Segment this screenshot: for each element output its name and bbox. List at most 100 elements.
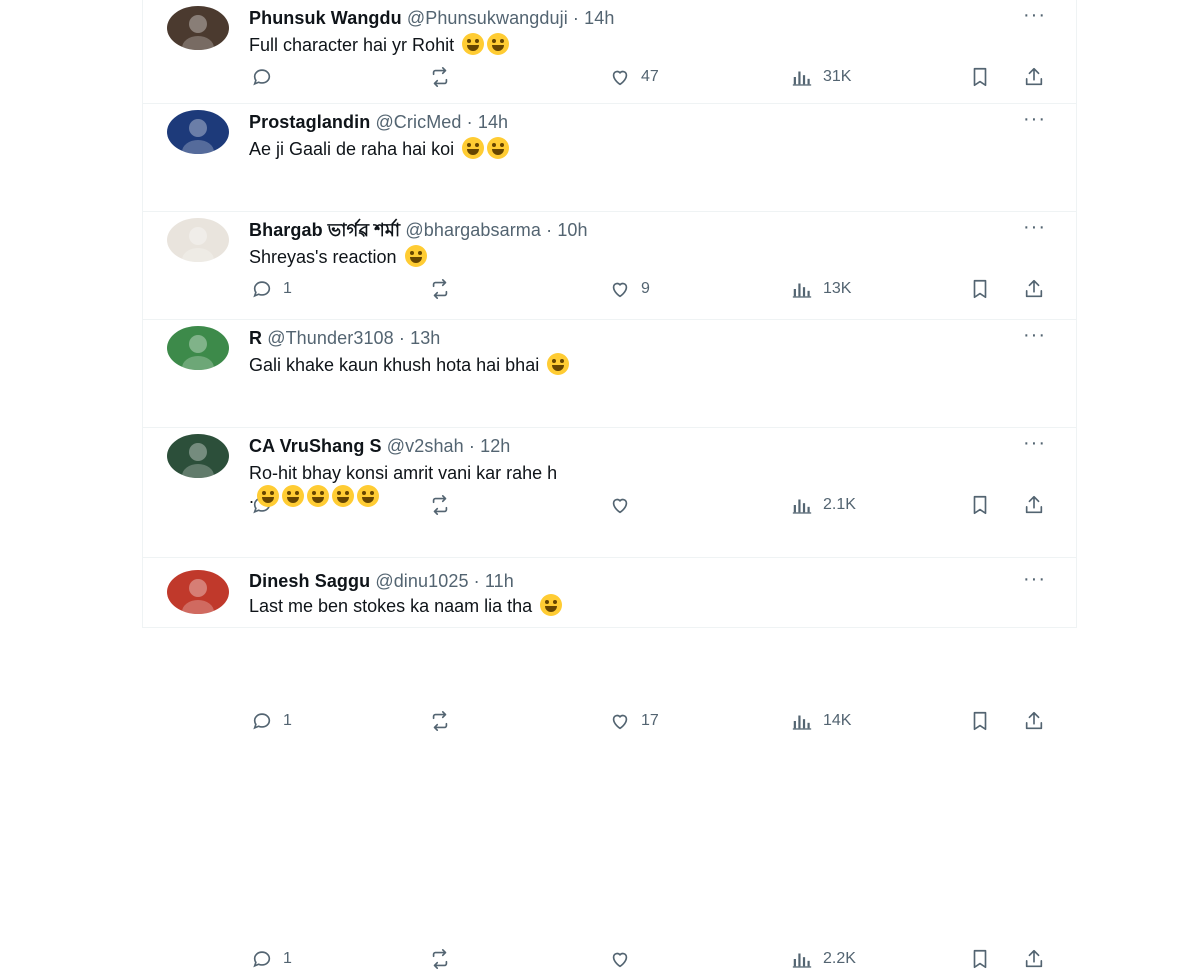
like-button[interactable]: 17	[609, 706, 659, 736]
author-name[interactable]: Phunsuk Wangdu	[249, 8, 402, 28]
avatar[interactable]	[167, 570, 229, 614]
tweet-reply[interactable]: Dinesh Saggu @dinu1025 · 11h ··· Last me b…	[143, 558, 1076, 628]
author-name[interactable]: Bhargab ভাৰ্গৱ শৰ্মা	[249, 220, 400, 240]
retweet-icon	[429, 710, 451, 732]
tweet-actions: 47 31K	[143, 62, 1076, 92]
laughing-emoji-icon	[332, 485, 355, 507]
tweet-text: Ae ji Gaali de raha hai koi	[249, 137, 510, 161]
bookmark-icon	[969, 66, 991, 88]
tweet-reply[interactable]: Bhargab ভাৰ্গৱ শৰ্মা @bhargabsarma · 10h…	[143, 212, 1076, 515]
avatar[interactable]	[167, 6, 229, 50]
author-handle[interactable]: @Thunder3108	[267, 328, 394, 348]
share-icon	[1023, 948, 1045, 970]
author-handle[interactable]: @bhargabsarma	[405, 220, 541, 240]
tweet-header: R @Thunder3108 · 13h	[249, 327, 440, 349]
tweet-reply[interactable]: R @Thunder3108 · 13h ··· Gali khake kaun k…	[143, 320, 1076, 731]
reply-icon	[251, 710, 273, 732]
like-button[interactable]: 47	[609, 62, 659, 92]
more-options-icon[interactable]: ···	[1023, 216, 1046, 238]
tweet-text-body: Shreyas's reaction	[249, 247, 397, 267]
bookmark-icon	[969, 710, 991, 732]
views-button[interactable]: 2.2K	[791, 944, 856, 974]
share-button[interactable]	[1023, 706, 1045, 736]
views-count: 2.2K	[823, 950, 856, 967]
more-options-icon[interactable]: ···	[1023, 4, 1046, 26]
likes-count: 17	[641, 712, 659, 729]
views-icon	[791, 710, 813, 732]
tweet-reply[interactable]: Phunsuk Wangdu @Phunsukwangduji · 14h ···…	[143, 0, 1076, 104]
views-count: 14K	[823, 712, 852, 729]
tweet-reply[interactable]: CA VruShang S @v2shah · 12h ··· Ro-hit bha…	[143, 428, 1076, 969]
retweet-icon	[429, 948, 451, 970]
author-handle[interactable]: @CricMed	[375, 112, 461, 132]
avatar[interactable]	[167, 110, 229, 154]
separator-dot: ·	[463, 436, 481, 456]
timestamp[interactable]: 14h	[584, 8, 614, 28]
tweet-header: Dinesh Saggu @dinu1025 · 11h	[249, 570, 514, 592]
tweet-reply[interactable]: Prostaglandin @CricMed · 14h ··· Ae ji Gaa…	[143, 104, 1076, 299]
views-count: 31K	[823, 68, 852, 85]
share-icon	[1023, 710, 1045, 732]
bookmark-button[interactable]	[969, 706, 991, 736]
retweet-button[interactable]	[429, 706, 451, 736]
avatar[interactable]	[167, 218, 229, 262]
tweet-text: Ro-hit bhay konsi amrit vani kar rahe h.	[249, 461, 557, 509]
retweet-icon	[429, 66, 451, 88]
like-button[interactable]	[609, 944, 631, 974]
laughing-emoji-icon	[462, 33, 485, 55]
laughing-emoji-icon	[404, 245, 427, 267]
views-button[interactable]: 31K	[791, 62, 851, 92]
tweet-header: Prostaglandin @CricMed · 14h	[249, 111, 508, 133]
views-button[interactable]: 14K	[791, 706, 851, 736]
retweet-button[interactable]	[429, 944, 451, 974]
more-options-icon[interactable]: ···	[1023, 324, 1046, 346]
author-name[interactable]: CA VruShang S	[249, 436, 382, 456]
author-name[interactable]: Dinesh Saggu	[249, 571, 370, 591]
author-handle[interactable]: @v2shah	[387, 436, 464, 456]
tweet-text: Full character hai yr Rohit	[249, 33, 510, 57]
retweet-button[interactable]	[429, 62, 451, 92]
more-options-icon[interactable]: ···	[1023, 568, 1046, 590]
reply-button[interactable]: 1	[251, 706, 292, 736]
laughing-emoji-icon	[487, 137, 510, 159]
more-options-icon[interactable]: ···	[1023, 108, 1046, 130]
avatar[interactable]	[167, 326, 229, 370]
tweet-text-body: Ro-hit bhay konsi amrit vani kar rahe h	[249, 463, 558, 483]
reply-icon	[251, 66, 273, 88]
reply-icon	[251, 948, 273, 970]
laughing-emoji-icon	[257, 485, 280, 507]
separator-dot: ·	[541, 220, 558, 240]
share-icon	[1023, 66, 1045, 88]
timestamp[interactable]: 10h	[557, 220, 587, 240]
tweet-actions: 1 2.2K	[143, 944, 1076, 974]
tweet-text-line2: .	[249, 487, 255, 507]
like-icon	[609, 948, 631, 970]
like-icon	[609, 66, 631, 88]
bookmark-icon	[969, 948, 991, 970]
tweet-header: Phunsuk Wangdu @Phunsukwangduji · 14h	[249, 7, 614, 29]
author-name[interactable]: Prostaglandin	[249, 112, 370, 132]
reply-button[interactable]: 1	[251, 944, 292, 974]
timestamp[interactable]: 11h	[485, 571, 514, 591]
author-name[interactable]: R	[249, 328, 262, 348]
tweet-actions: 1 17 14K	[143, 706, 1076, 736]
bookmark-button[interactable]	[969, 944, 991, 974]
tweet-text-body: Gali khake kaun khush hota hai bhai	[249, 355, 540, 375]
tweet-text: Gali khake kaun khush hota hai bhai	[249, 353, 570, 377]
timestamp[interactable]: 13h	[410, 328, 440, 348]
reply-button[interactable]	[251, 62, 273, 92]
timestamp[interactable]: 12h	[480, 436, 510, 456]
laughing-emoji-icon	[282, 485, 305, 507]
bookmark-button[interactable]	[969, 62, 991, 92]
avatar[interactable]	[167, 434, 229, 478]
laughing-emoji-icon	[357, 485, 380, 507]
like-icon	[609, 710, 631, 732]
author-handle[interactable]: @dinu1025	[375, 571, 468, 591]
tweet-text-body: Last me ben stokes ka naam lia tha	[249, 596, 533, 616]
replies-count: 1	[283, 950, 292, 967]
share-button[interactable]	[1023, 944, 1045, 974]
timestamp[interactable]: 14h	[478, 112, 508, 132]
author-handle[interactable]: @Phunsukwangduji	[407, 8, 568, 28]
more-options-icon[interactable]: ···	[1023, 432, 1046, 454]
share-button[interactable]	[1023, 62, 1045, 92]
